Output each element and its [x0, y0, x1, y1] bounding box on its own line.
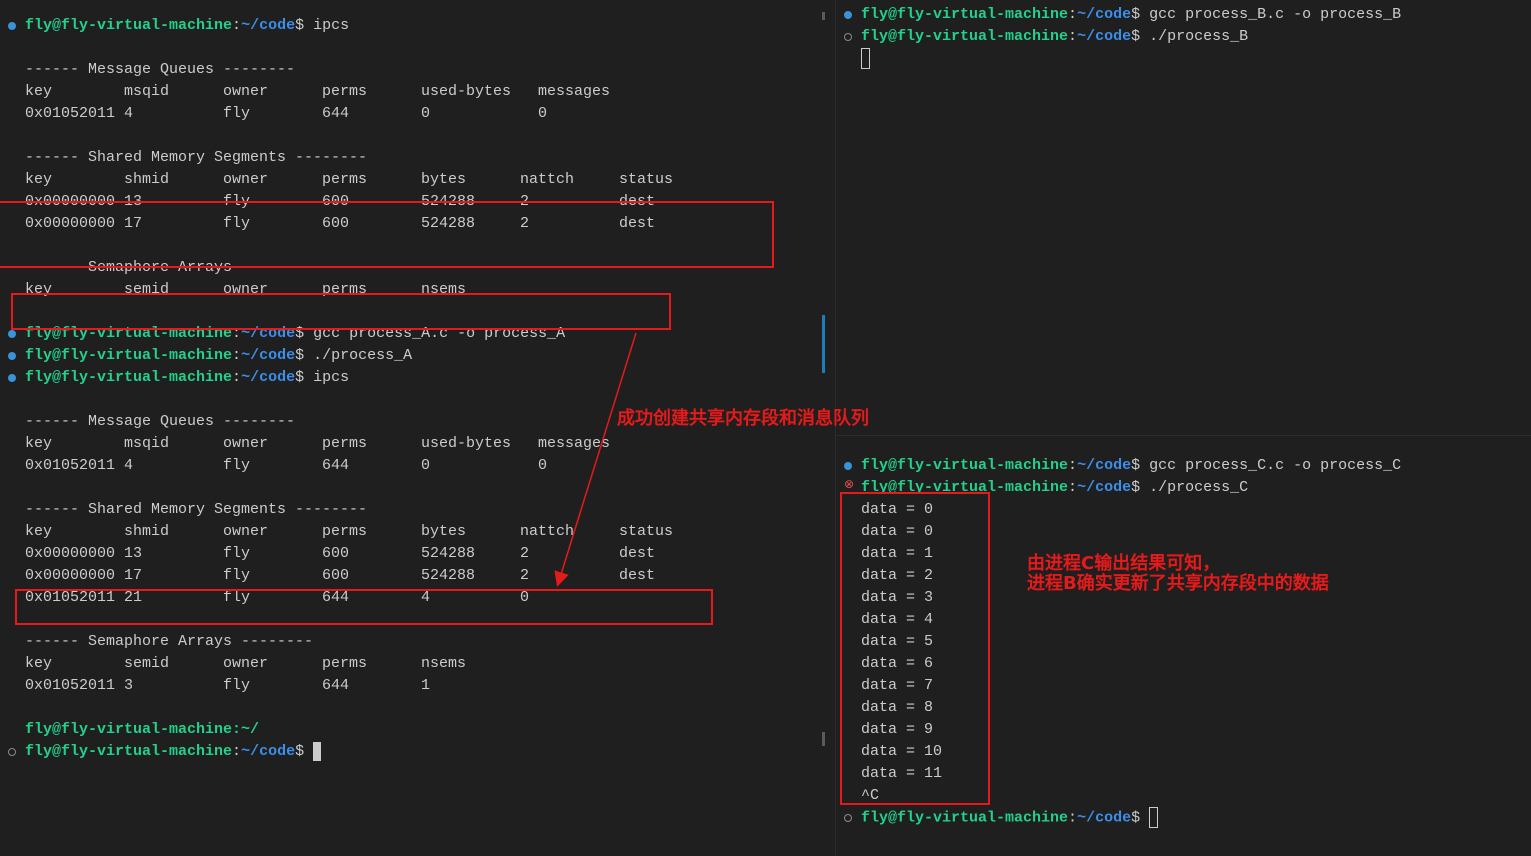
- annotation-right: 由进程C输出结果可知， 进程B确实更新了共享内存段中的数据: [1027, 553, 1329, 594]
- annotation-left: 成功创建共享内存段和消息队列: [617, 408, 869, 429]
- arrow-line: [554, 332, 637, 587]
